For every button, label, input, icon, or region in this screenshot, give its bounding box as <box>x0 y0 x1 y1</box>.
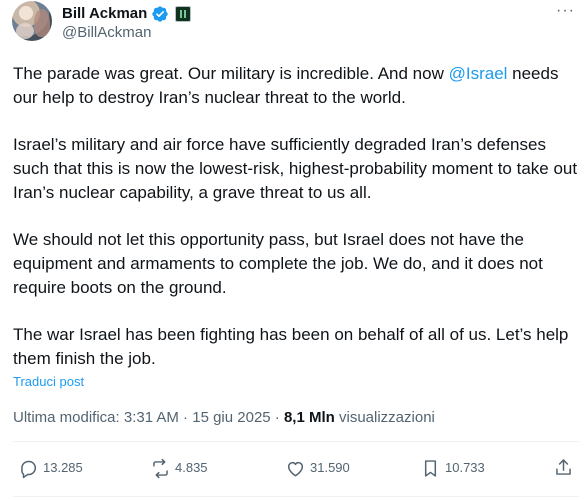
repost-button[interactable]: 4.835 <box>150 457 208 479</box>
post-meta: Ultima modifica: 3:31 AM · 15 giu 2025 ·… <box>13 409 435 427</box>
mention-link[interactable]: @Israel <box>449 64 508 83</box>
verified-badge-icon[interactable] <box>151 5 169 23</box>
tweet-paragraph: The war Israel has been fighting has bee… <box>13 325 569 368</box>
bookmark-button[interactable]: 10.733 <box>420 457 485 479</box>
author-display-name[interactable]: Bill Ackman <box>62 4 147 24</box>
share-button[interactable] <box>553 457 574 478</box>
author-name-row: Bill Ackman <box>62 4 192 24</box>
tweet-paragraph: We should not let this opportunity pass,… <box>13 230 543 297</box>
avatar-shade <box>34 9 50 37</box>
heart-icon <box>287 461 304 476</box>
tweet-text: The parade was great. Our military is in… <box>13 62 578 394</box>
divider <box>13 496 579 497</box>
like-button[interactable]: 31.590 <box>285 457 350 479</box>
repost-count: 4.835 <box>175 460 208 475</box>
like-count: 31.590 <box>310 460 350 475</box>
more-options-icon[interactable]: ··· <box>556 2 575 20</box>
bookmark-icon <box>424 459 437 477</box>
tweet-paragraph: The parade was great. Our military is in… <box>13 62 578 110</box>
affiliation-badge-icon[interactable] <box>175 6 192 22</box>
action-bar: 13.285 4.835 31.590 10.733 <box>0 457 586 479</box>
avatar-shade <box>16 23 34 39</box>
author-handle[interactable]: @BillAckman <box>62 24 151 42</box>
divider <box>13 441 579 442</box>
edited-timestamp[interactable]: Ultima modifica: 3:31 AM · 15 giu 2025 · <box>13 409 284 426</box>
reply-button[interactable]: 13.285 <box>18 457 83 479</box>
repost-icon <box>153 458 168 478</box>
tweet-text-segment: The parade was great. Our military is in… <box>13 64 449 83</box>
translate-post-link[interactable]: Traduci post <box>13 374 84 390</box>
avatar[interactable] <box>12 1 52 41</box>
reply-icon <box>21 460 37 478</box>
views-count: 8,1 Mln <box>283 409 335 426</box>
views-label: visualizzazioni <box>334 409 435 426</box>
share-icon <box>556 459 571 475</box>
tweet-paragraph: Israel’s military and air force have suf… <box>13 135 578 202</box>
bookmark-count: 10.733 <box>445 460 485 475</box>
reply-count: 13.285 <box>43 460 83 475</box>
